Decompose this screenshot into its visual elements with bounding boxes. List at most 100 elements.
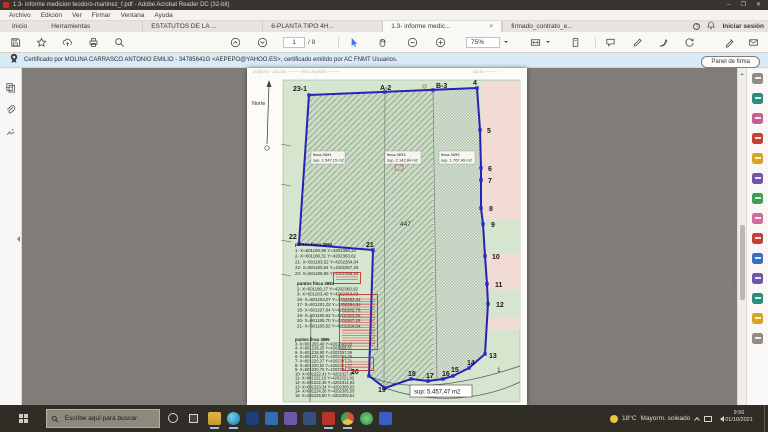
comment-tool-icon[interactable] — [605, 37, 616, 48]
select-tool-icon[interactable] — [348, 37, 359, 48]
cadastral-parcel-number: 447 — [400, 221, 411, 228]
stamp-icon[interactable] — [752, 313, 763, 324]
star-icon[interactable] — [36, 37, 47, 48]
collapse-left-panel-icon[interactable] — [14, 236, 20, 242]
taskbar-weather[interactable]: 18°C Mayorm. soleado — [610, 405, 690, 432]
share-file-icon[interactable] — [748, 37, 759, 48]
chrome-icon[interactable] — [341, 412, 354, 425]
tab-tools[interactable]: Herramientas — [39, 21, 102, 32]
network-icon[interactable] — [704, 416, 712, 422]
search-input[interactable] — [63, 414, 155, 423]
page-number-input[interactable]: 1 — [283, 37, 305, 48]
svg-text:finca 3695: finca 3695 — [441, 152, 460, 157]
previous-page-icon[interactable] — [230, 37, 241, 48]
highlight-tool-icon[interactable] — [632, 37, 643, 48]
search-icon[interactable] — [114, 37, 125, 48]
create-pdf-icon[interactable] — [752, 133, 763, 144]
photos-icon[interactable] — [303, 412, 316, 425]
combine-files-icon[interactable] — [752, 173, 763, 184]
start-button[interactable] — [0, 405, 46, 432]
help-icon[interactable]: ? — [693, 23, 700, 30]
export-pdf-icon[interactable] — [752, 93, 763, 104]
tab-close-icon[interactable]: × — [489, 21, 493, 32]
edge-icon[interactable] — [227, 412, 240, 425]
page-thumbnails-icon[interactable] — [5, 82, 16, 93]
svg-text:finca 3694: finca 3694 — [313, 152, 332, 157]
taskbar-search[interactable] — [46, 409, 160, 428]
search-tools-icon[interactable] — [752, 73, 763, 84]
collapse-right-panel-icon[interactable] — [729, 280, 735, 286]
menu-items: ArchivoEdiciónVerFirmarVentanaAyuda — [4, 10, 178, 21]
map-point-6: 6 — [488, 166, 492, 173]
tab-home[interactable]: Inicio — [0, 21, 39, 32]
more-tools-icon[interactable] — [752, 333, 763, 344]
maximize-button[interactable]: ❐ — [736, 0, 751, 10]
close-button[interactable]: ✕ — [751, 0, 766, 10]
teams-icon[interactable] — [379, 412, 392, 425]
tab-document[interactable]: 1.3- informe medic...× — [382, 21, 502, 32]
prepare-form-icon[interactable] — [752, 273, 763, 284]
single-page-view-icon[interactable] — [570, 37, 581, 48]
clock-time: 9:56 — [722, 410, 756, 417]
point-row: 15- X=601225,50 Y=4202303,64 — [295, 394, 405, 398]
next-page-icon[interactable] — [257, 37, 268, 48]
tray-expand-icon[interactable] — [694, 417, 700, 423]
save-icon[interactable] — [10, 37, 21, 48]
menu-ver[interactable]: Ver — [67, 10, 87, 21]
send-share-icon[interactable] — [684, 37, 695, 48]
signatures-panel-icon[interactable] — [5, 126, 16, 137]
edit-pdf-icon[interactable] — [752, 113, 763, 124]
organize-pages-icon[interactable] — [752, 193, 763, 204]
scrollbar-thumb[interactable] — [740, 225, 745, 300]
mail-icon[interactable] — [265, 412, 278, 425]
tab-document[interactable]: firmado_contrato_e... — [502, 21, 622, 32]
sign-in-button[interactable]: Iniciar sesión — [722, 23, 764, 30]
signature-panel-button[interactable]: Panel de firma — [701, 56, 760, 68]
fit-caret-icon[interactable] — [546, 41, 550, 45]
whatsapp-icon[interactable] — [360, 412, 373, 425]
bell-icon[interactable] — [707, 21, 715, 32]
desktop: 1.3- informe medicion teodoro-martinez_f… — [0, 0, 768, 432]
tab-document[interactable]: ESTATUTOS DE LA ... — [142, 21, 262, 32]
pdf-page[interactable]: polígono · parcela ——— finca registral —… — [247, 68, 527, 405]
attachments-icon[interactable] — [5, 104, 16, 115]
compress-pdf-icon[interactable] — [752, 213, 763, 224]
file-explorer-icon[interactable] — [208, 412, 221, 425]
menu-archivo[interactable]: Archivo — [4, 10, 36, 21]
fill-sign-toolbar-icon[interactable] — [724, 37, 735, 48]
map-point-13: 13 — [489, 353, 497, 360]
menu-ayuda[interactable]: Ayuda — [149, 10, 177, 21]
show-desktop-button[interactable] — [764, 405, 768, 432]
measure-icon[interactable] — [752, 293, 763, 304]
ink-sign-icon[interactable] — [658, 37, 669, 48]
task-view-icon[interactable] — [189, 414, 198, 423]
taskbar-clock[interactable]: 9:56 01/10/2021 — [722, 410, 756, 424]
zoom-out-icon[interactable] — [407, 37, 418, 48]
cortana-icon[interactable] — [168, 413, 178, 423]
zoom-in-icon[interactable] — [435, 37, 446, 48]
fill-sign-icon[interactable] — [752, 233, 763, 244]
minimize-button[interactable]: – — [721, 0, 736, 10]
protect-pdf-icon[interactable] — [752, 253, 763, 264]
menu-firmar[interactable]: Firmar — [87, 10, 116, 21]
hand-tool-icon[interactable] — [377, 37, 388, 48]
acrobat-app-icon — [3, 2, 9, 8]
menu-edición[interactable]: Edición — [36, 10, 67, 21]
zoom-level-select[interactable]: 75% — [466, 37, 500, 48]
certificate-message: Certificado por MOLINA CARRASCO ANTONIO … — [24, 57, 398, 63]
menu-ventana[interactable]: Ventana — [116, 10, 150, 21]
store-app-icon[interactable] — [284, 412, 297, 425]
map-point-18: 18 — [408, 371, 416, 378]
acrobat-icon[interactable] — [322, 412, 335, 425]
scroll-up-icon[interactable] — [740, 71, 744, 75]
svg-text:sup: 5.457,47 m2: sup: 5.457,47 m2 — [414, 390, 461, 396]
word-icon[interactable] — [246, 412, 259, 425]
map-point-14: 14 — [467, 360, 475, 367]
cloud-upload-icon[interactable] — [62, 37, 73, 48]
tab-document[interactable]: 6-PLANTA TIPO 4H... — [262, 21, 382, 32]
zoom-caret-icon[interactable] — [504, 41, 508, 45]
comment-icon[interactable] — [752, 153, 763, 164]
fit-width-icon[interactable] — [530, 37, 541, 48]
document-scrollbar[interactable] — [737, 68, 746, 405]
print-icon[interactable] — [88, 37, 99, 48]
